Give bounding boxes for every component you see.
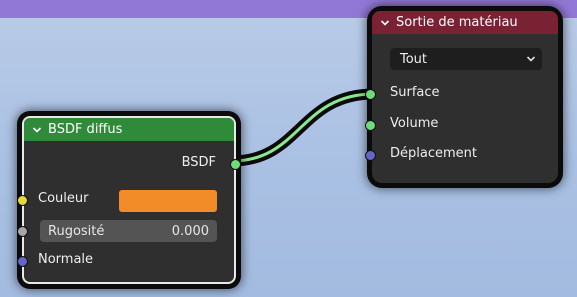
chevron-down-icon[interactable] — [32, 125, 42, 135]
normal-label: Normale — [38, 252, 94, 267]
color-swatch[interactable] — [119, 190, 217, 212]
normal-input-socket[interactable] — [17, 256, 28, 267]
node-header[interactable]: Sortie de matériau — [372, 11, 558, 34]
color-label: Couleur — [38, 191, 89, 206]
bsdf-output-socket[interactable] — [230, 159, 241, 170]
roughness-input-socket[interactable] — [17, 226, 28, 237]
target-dropdown-value: Tout — [400, 51, 428, 67]
displacement-label: Déplacement — [390, 146, 477, 161]
volume-input-socket[interactable] — [365, 120, 376, 131]
displacement-input-socket[interactable] — [365, 150, 376, 161]
target-dropdown[interactable]: Tout — [390, 48, 542, 70]
surface-label: Surface — [390, 85, 440, 100]
link-shadow — [231, 88, 375, 167]
node-title: BSDF diffus — [48, 122, 123, 137]
chevron-down-icon[interactable] — [380, 18, 390, 28]
node-title: Sortie de matériau — [396, 15, 518, 30]
bsdf-output-label: BSDF — [181, 155, 216, 170]
roughness-value: 0.000 — [171, 223, 209, 239]
chevron-down-icon — [526, 56, 536, 62]
color-input-socket[interactable] — [17, 195, 28, 206]
volume-label: Volume — [390, 116, 439, 131]
roughness-label: Rugosité — [48, 223, 105, 239]
material-output-node[interactable]: Sortie de matériau Tout Surface Volume D… — [365, 11, 558, 183]
node-header[interactable]: BSDF diffus — [24, 118, 234, 141]
roughness-field[interactable]: Rugosité 0.000 — [40, 220, 217, 242]
bsdf-diffuse-node[interactable]: BSDF diffus BSDF Couleur Rugosité 0.000 … — [17, 116, 241, 284]
surface-input-socket[interactable] — [365, 89, 376, 100]
